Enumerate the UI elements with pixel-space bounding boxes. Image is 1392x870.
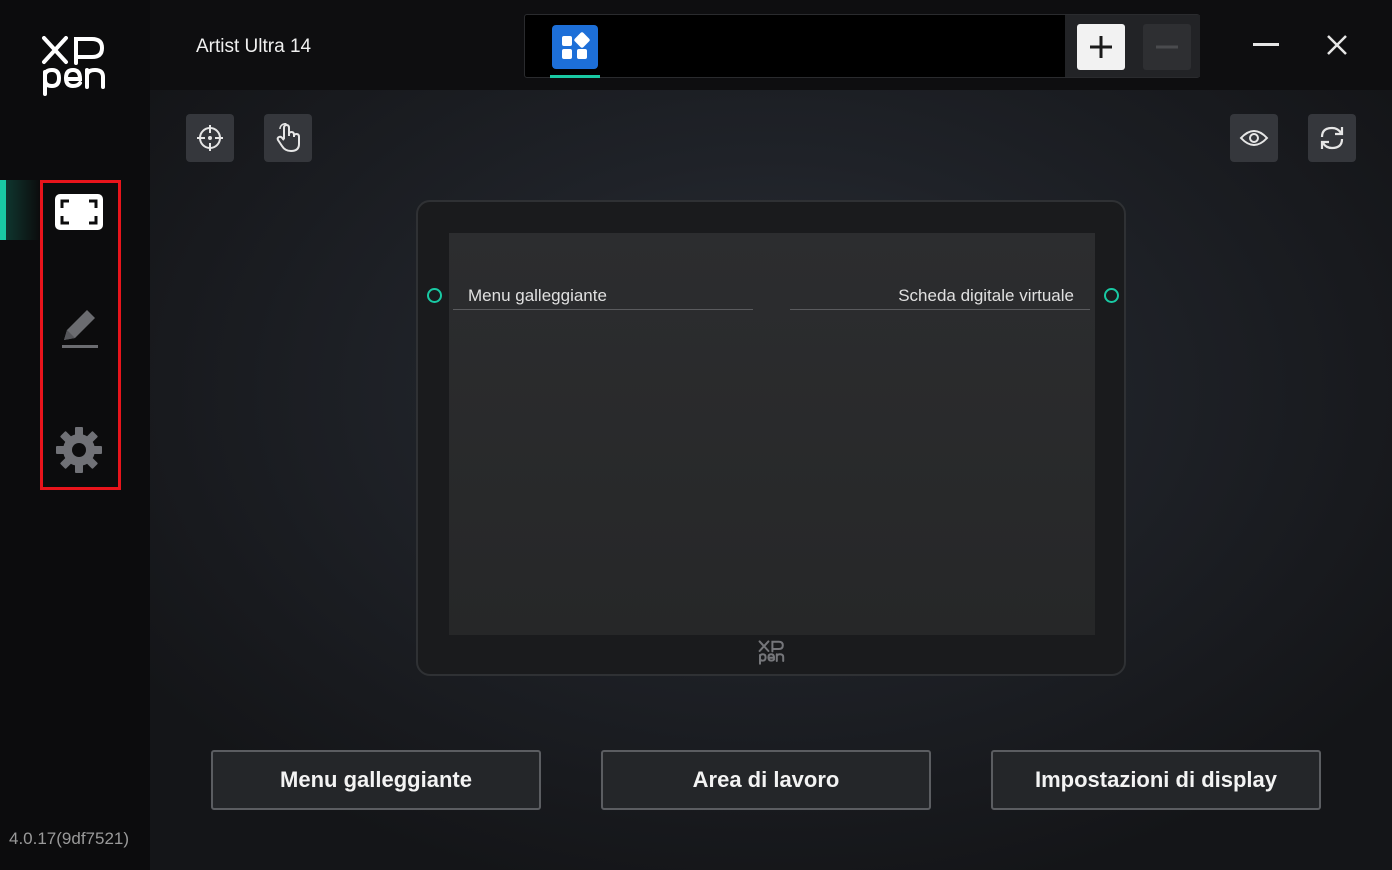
xppen-logo-small: [758, 640, 785, 665]
express-key-right-label[interactable]: Scheda digitale virtuale: [898, 286, 1074, 306]
tablet-logo: [758, 640, 786, 671]
crosshair-target-icon: [197, 125, 223, 151]
express-key-right-indicator[interactable]: [1104, 288, 1119, 303]
xppen-logo: [40, 36, 110, 103]
touch-button[interactable]: [264, 114, 312, 162]
add-app-button[interactable]: [1077, 24, 1125, 70]
highlight-annotation-box: [40, 180, 121, 490]
floating-menu-button[interactable]: Menu galleggiante: [211, 750, 541, 810]
touch-hand-icon: [276, 123, 300, 152]
close-button[interactable]: [1314, 28, 1360, 62]
express-key-left-line: [453, 309, 753, 310]
sidebar: 4.0.17(9df7521): [0, 0, 150, 870]
xppen-logo-mark: [42, 36, 105, 96]
main-panel: Menu galleggiante Scheda digitale virtua…: [150, 90, 1392, 870]
close-icon: [1327, 35, 1347, 55]
minimize-icon: [1253, 43, 1279, 46]
title-bar: Artist Ultra 14: [150, 0, 1392, 90]
rotate-button[interactable]: [1308, 114, 1356, 162]
preview-button[interactable]: [1230, 114, 1278, 162]
device-name: Artist Ultra 14: [196, 36, 312, 57]
tablet-preview: Menu galleggiante Scheda digitale virtua…: [416, 200, 1126, 676]
eye-icon: [1239, 130, 1269, 146]
work-area-button[interactable]: Area di lavoro: [601, 750, 931, 810]
express-key-left-label[interactable]: Menu galleggiante: [468, 286, 607, 306]
app-list: [524, 14, 1200, 78]
apps-grid-icon: [562, 32, 590, 59]
calibrate-button[interactable]: [186, 114, 234, 162]
plus-icon: [1090, 36, 1112, 58]
minimize-button[interactable]: [1243, 28, 1289, 62]
express-key-left-indicator[interactable]: [427, 288, 442, 303]
express-key-right-line: [790, 309, 1090, 310]
display-settings-button[interactable]: Impostazioni di display: [991, 750, 1321, 810]
remove-app-button[interactable]: [1143, 24, 1191, 70]
active-indicator-glow: [6, 180, 40, 240]
app-tab-all-apps[interactable]: [552, 25, 598, 69]
minus-icon: [1156, 45, 1178, 49]
app-tab-underline: [550, 75, 600, 78]
version-label: 4.0.17(9df7521): [9, 829, 130, 848]
refresh-icon: [1320, 126, 1344, 150]
